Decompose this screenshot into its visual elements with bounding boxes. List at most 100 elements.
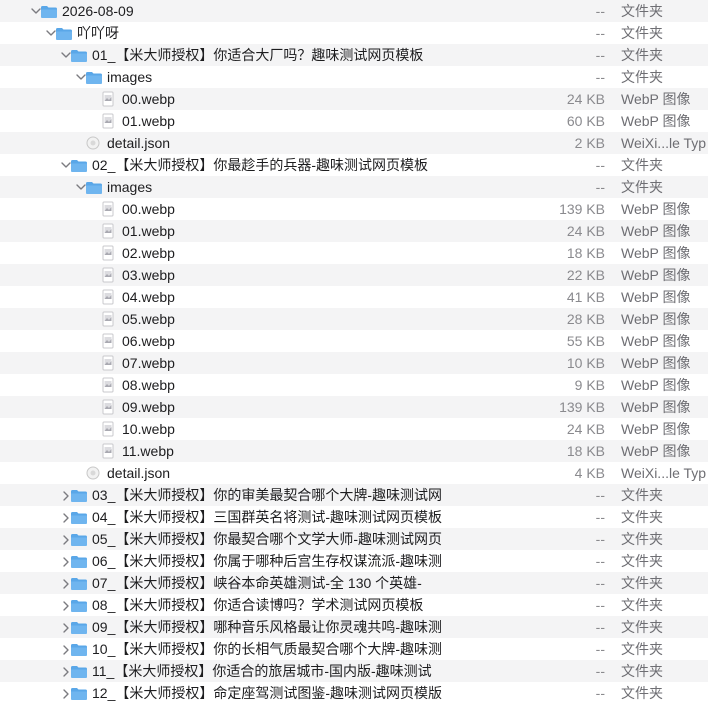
folder-icon — [70, 509, 88, 525]
item-kind: WebP 图像 — [621, 311, 691, 327]
file-list: 2026-08-09 -- 文件夹 吖吖呀 -- 文件夹 01_【米大师授权】你适合大厂吗？… — [0, 0, 708, 704]
item-name: 03.webp — [122, 267, 175, 283]
item-size: 41 KB — [566, 289, 605, 305]
item-kind: WebP 图像 — [621, 91, 691, 107]
folder-row[interactable]: 10_【米大师授权】你的长相气质最契合哪个大牌-趣味测 -- 文件夹 — [0, 638, 708, 660]
file-row[interactable]: 03.webp 22 KB WebP 图像 — [0, 264, 708, 286]
item-size: 60 KB — [566, 113, 605, 129]
file-row[interactable]: 04.webp 41 KB WebP 图像 — [0, 286, 708, 308]
file-row[interactable]: 08.webp 9 KB WebP 图像 — [0, 374, 708, 396]
folder-row[interactable]: 11_【米大师授权】你适合的旅居城市-国内版-趣味测试 -- 文件夹 — [0, 660, 708, 682]
file-row[interactable]: 07.webp 10 KB WebP 图像 — [0, 352, 708, 374]
item-name: 01.webp — [122, 113, 175, 129]
folder-row[interactable]: 05_【米大师授权】你最契合哪个文学大师-趣味测试网页 -- 文件夹 — [0, 528, 708, 550]
folder-row[interactable]: 2026-08-09 -- 文件夹 — [0, 0, 708, 22]
item-kind: WebP 图像 — [621, 399, 691, 415]
file-row[interactable]: 09.webp 139 KB WebP 图像 — [0, 396, 708, 418]
folder-row[interactable]: 06_【米大师授权】你属于哪种后宫生存权谋流派-趣味测 -- 文件夹 — [0, 550, 708, 572]
item-name: 11_【米大师授权】你适合的旅居城市-国内版-趣味测试 — [92, 663, 432, 679]
item-kind: 文件夹 — [621, 685, 663, 701]
file-row[interactable]: 01.webp 60 KB WebP 图像 — [0, 110, 708, 132]
item-name: 10.webp — [122, 421, 175, 437]
item-name: 10_【米大师授权】你的长相气质最契合哪个大牌-趣味测 — [92, 641, 443, 657]
item-size: 4 KB — [574, 465, 605, 481]
file-row[interactable]: detail.json 2 KB WeiXi...le Typ — [0, 132, 708, 154]
item-kind: 文件夹 — [621, 553, 663, 569]
folder-icon — [85, 69, 103, 85]
item-name: 09_【米大师授权】哪种音乐风格最让你灵魂共鸣-趣味测 — [92, 619, 443, 635]
item-kind: 文件夹 — [621, 619, 663, 635]
item-name: 02.webp — [122, 245, 175, 261]
item-kind: 文件夹 — [621, 487, 663, 503]
folder-row[interactable]: 吖吖呀 -- 文件夹 — [0, 22, 708, 44]
folder-icon — [55, 25, 73, 41]
image-file-icon — [100, 91, 118, 107]
item-size: 24 KB — [566, 223, 605, 239]
folder-row[interactable]: 07_【米大师授权】峡谷本命英雄测试-全 130 个英雄- -- 文件夹 — [0, 572, 708, 594]
item-size: 18 KB — [566, 443, 605, 459]
folder-row[interactable]: 01_【米大师授权】你适合大厂吗？趣味测试网页模板 -- 文件夹 — [0, 44, 708, 66]
item-name: 05.webp — [122, 311, 175, 327]
folder-row[interactable]: 04_【米大师授权】三国群英名将测试-趣味测试网页模板 -- 文件夹 — [0, 506, 708, 528]
folder-row[interactable]: 02_【米大师授权】你最趁手的兵器-趣味测试网页模板 -- 文件夹 — [0, 154, 708, 176]
folder-icon — [70, 597, 88, 613]
item-size: -- — [595, 179, 605, 195]
file-row[interactable]: 00.webp 139 KB WebP 图像 — [0, 198, 708, 220]
item-name: 08.webp — [122, 377, 175, 393]
image-file-icon — [100, 311, 118, 327]
file-row[interactable]: 10.webp 24 KB WebP 图像 — [0, 418, 708, 440]
folder-row[interactable]: 09_【米大师授权】哪种音乐风格最让你灵魂共鸣-趣味测 -- 文件夹 — [0, 616, 708, 638]
item-kind: 文件夹 — [621, 641, 663, 657]
item-size: -- — [595, 641, 605, 657]
item-size: 2 KB — [574, 135, 605, 151]
item-kind: WebP 图像 — [621, 267, 691, 283]
file-row[interactable]: 01.webp 24 KB WebP 图像 — [0, 220, 708, 242]
item-kind: WebP 图像 — [621, 245, 691, 261]
file-row[interactable]: detail.json 4 KB WeiXi...le Typ — [0, 462, 708, 484]
item-name: 01.webp — [122, 223, 175, 239]
item-size: -- — [595, 685, 605, 701]
item-kind: 文件夹 — [621, 3, 663, 19]
item-name: 00.webp — [122, 201, 175, 217]
folder-icon — [85, 179, 103, 195]
file-row[interactable]: 11.webp 18 KB WebP 图像 — [0, 440, 708, 462]
folder-row[interactable]: 08_【米大师授权】你适合读博吗？学术测试网页模板 -- 文件夹 — [0, 594, 708, 616]
folder-icon — [40, 3, 58, 19]
folder-icon — [70, 553, 88, 569]
item-kind: 文件夹 — [621, 531, 663, 547]
item-kind: WebP 图像 — [621, 355, 691, 371]
item-kind: 文件夹 — [621, 663, 663, 679]
image-file-icon — [100, 421, 118, 437]
item-name: 01_【米大师授权】你适合大厂吗？趣味测试网页模板 — [92, 47, 424, 63]
item-size: -- — [595, 157, 605, 173]
file-row[interactable]: 02.webp 18 KB WebP 图像 — [0, 242, 708, 264]
folder-row[interactable]: 12_【米大师授权】命定座驾测试图鉴-趣味测试网页模版 -- 文件夹 — [0, 682, 708, 704]
item-size: 139 KB — [559, 201, 605, 217]
item-kind: WebP 图像 — [621, 201, 691, 217]
file-row[interactable]: 00.webp 24 KB WebP 图像 — [0, 88, 708, 110]
json-file-icon — [85, 465, 103, 481]
folder-row[interactable]: images -- 文件夹 — [0, 66, 708, 88]
item-name: detail.json — [107, 465, 171, 481]
image-file-icon — [100, 443, 118, 459]
item-name: 02_【米大师授权】你最趁手的兵器-趣味测试网页模板 — [92, 157, 429, 173]
folder-icon — [70, 641, 88, 657]
item-kind: WebP 图像 — [621, 289, 691, 305]
item-size: 18 KB — [566, 245, 605, 261]
file-row[interactable]: 05.webp 28 KB WebP 图像 — [0, 308, 708, 330]
item-kind: 文件夹 — [621, 179, 663, 195]
item-size: -- — [595, 3, 605, 19]
folder-row[interactable]: 03_【米大师授权】你的审美最契合哪个大牌-趣味测试网 -- 文件夹 — [0, 484, 708, 506]
image-file-icon — [100, 113, 118, 129]
image-file-icon — [100, 245, 118, 261]
item-name: detail.json — [107, 135, 171, 151]
file-row[interactable]: 06.webp 55 KB WebP 图像 — [0, 330, 708, 352]
folder-icon — [70, 619, 88, 635]
item-size: -- — [595, 69, 605, 85]
folder-icon — [70, 47, 88, 63]
item-name: 05_【米大师授权】你最契合哪个文学大师-趣味测试网页 — [92, 531, 443, 547]
image-file-icon — [100, 377, 118, 393]
item-size: 139 KB — [559, 399, 605, 415]
item-name: 00.webp — [122, 91, 175, 107]
folder-row[interactable]: images -- 文件夹 — [0, 176, 708, 198]
